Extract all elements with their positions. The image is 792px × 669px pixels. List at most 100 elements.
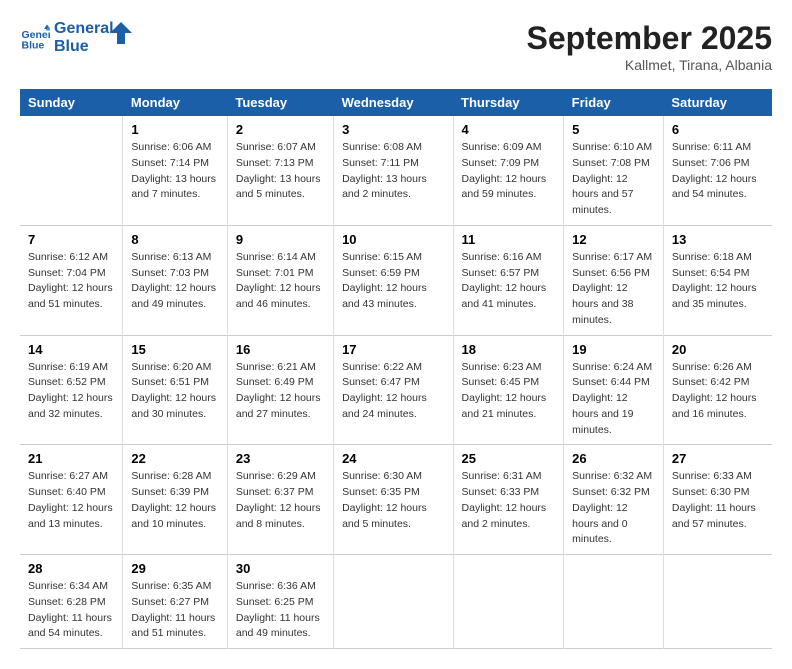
logo-arrow-icon (110, 22, 132, 44)
cell-week3-day2: 16 Sunrise: 6:21 AMSunset: 6:49 PMDaylig… (227, 335, 333, 445)
cell-week4-day4: 25 Sunrise: 6:31 AMSunset: 6:33 PMDaylig… (453, 445, 564, 555)
cell-week1-day4: 4 Sunrise: 6:09 AMSunset: 7:09 PMDayligh… (453, 116, 564, 225)
day-number: 22 (131, 451, 218, 466)
cell-week1-day3: 3 Sunrise: 6:08 AMSunset: 7:11 PMDayligh… (334, 116, 453, 225)
col-wednesday: Wednesday (334, 89, 453, 116)
week-row-1: 1 Sunrise: 6:06 AMSunset: 7:14 PMDayligh… (20, 116, 772, 225)
cell-week1-day6: 6 Sunrise: 6:11 AMSunset: 7:06 PMDayligh… (663, 116, 772, 225)
day-info: Sunrise: 6:14 AMSunset: 7:01 PMDaylight:… (236, 250, 325, 313)
cell-week3-day5: 19 Sunrise: 6:24 AMSunset: 6:44 PMDaylig… (564, 335, 664, 445)
day-info: Sunrise: 6:11 AMSunset: 7:06 PMDaylight:… (672, 140, 764, 203)
day-number: 23 (236, 451, 325, 466)
day-number: 4 (462, 122, 556, 137)
day-number: 19 (572, 342, 655, 357)
logo: General Blue General Blue (20, 20, 132, 55)
day-info: Sunrise: 6:31 AMSunset: 6:33 PMDaylight:… (462, 469, 556, 532)
day-number: 27 (672, 451, 764, 466)
col-monday: Monday (123, 89, 227, 116)
logo-text-blue: Blue (54, 38, 114, 56)
logo-text-general: General (54, 20, 114, 38)
day-number: 2 (236, 122, 325, 137)
cell-week4-day1: 22 Sunrise: 6:28 AMSunset: 6:39 PMDaylig… (123, 445, 227, 555)
week-row-5: 28 Sunrise: 6:34 AMSunset: 6:28 PMDaylig… (20, 555, 772, 649)
location-subtitle: Kallmet, Tirana, Albania (527, 57, 772, 73)
week-row-3: 14 Sunrise: 6:19 AMSunset: 6:52 PMDaylig… (20, 335, 772, 445)
logo-icon: General Blue (20, 23, 50, 53)
day-number: 15 (131, 342, 218, 357)
day-info: Sunrise: 6:27 AMSunset: 6:40 PMDaylight:… (28, 469, 114, 532)
day-info: Sunrise: 6:35 AMSunset: 6:27 PMDaylight:… (131, 579, 218, 642)
col-sunday: Sunday (20, 89, 123, 116)
cell-week5-day5 (564, 555, 664, 649)
day-info: Sunrise: 6:15 AMSunset: 6:59 PMDaylight:… (342, 250, 444, 313)
cell-week3-day4: 18 Sunrise: 6:23 AMSunset: 6:45 PMDaylig… (453, 335, 564, 445)
col-friday: Friday (564, 89, 664, 116)
day-number: 26 (572, 451, 655, 466)
cell-week5-day6 (663, 555, 772, 649)
day-info: Sunrise: 6:13 AMSunset: 7:03 PMDaylight:… (131, 250, 218, 313)
day-info: Sunrise: 6:20 AMSunset: 6:51 PMDaylight:… (131, 360, 218, 423)
day-info: Sunrise: 6:12 AMSunset: 7:04 PMDaylight:… (28, 250, 114, 313)
cell-week4-day3: 24 Sunrise: 6:30 AMSunset: 6:35 PMDaylig… (334, 445, 453, 555)
day-number: 1 (131, 122, 218, 137)
cell-week2-day1: 8 Sunrise: 6:13 AMSunset: 7:03 PMDayligh… (123, 225, 227, 335)
day-info: Sunrise: 6:17 AMSunset: 6:56 PMDaylight:… (572, 250, 655, 329)
day-number: 29 (131, 561, 218, 576)
day-number: 13 (672, 232, 764, 247)
day-number: 12 (572, 232, 655, 247)
day-number: 25 (462, 451, 556, 466)
cell-week1-day0 (20, 116, 123, 225)
cell-week4-day2: 23 Sunrise: 6:29 AMSunset: 6:37 PMDaylig… (227, 445, 333, 555)
cell-week3-day0: 14 Sunrise: 6:19 AMSunset: 6:52 PMDaylig… (20, 335, 123, 445)
day-number: 8 (131, 232, 218, 247)
day-number: 6 (672, 122, 764, 137)
cell-week2-day4: 11 Sunrise: 6:16 AMSunset: 6:57 PMDaylig… (453, 225, 564, 335)
cell-week2-day0: 7 Sunrise: 6:12 AMSunset: 7:04 PMDayligh… (20, 225, 123, 335)
calendar-header-row: Sunday Monday Tuesday Wednesday Thursday… (20, 89, 772, 116)
day-info: Sunrise: 6:08 AMSunset: 7:11 PMDaylight:… (342, 140, 444, 203)
cell-week2-day6: 13 Sunrise: 6:18 AMSunset: 6:54 PMDaylig… (663, 225, 772, 335)
day-info: Sunrise: 6:28 AMSunset: 6:39 PMDaylight:… (131, 469, 218, 532)
col-saturday: Saturday (663, 89, 772, 116)
cell-week4-day0: 21 Sunrise: 6:27 AMSunset: 6:40 PMDaylig… (20, 445, 123, 555)
cell-week3-day3: 17 Sunrise: 6:22 AMSunset: 6:47 PMDaylig… (334, 335, 453, 445)
day-info: Sunrise: 6:34 AMSunset: 6:28 PMDaylight:… (28, 579, 114, 642)
day-number: 11 (462, 232, 556, 247)
week-row-4: 21 Sunrise: 6:27 AMSunset: 6:40 PMDaylig… (20, 445, 772, 555)
cell-week5-day3 (334, 555, 453, 649)
day-number: 21 (28, 451, 114, 466)
day-number: 24 (342, 451, 444, 466)
day-number: 10 (342, 232, 444, 247)
day-number: 7 (28, 232, 114, 247)
cell-week1-day2: 2 Sunrise: 6:07 AMSunset: 7:13 PMDayligh… (227, 116, 333, 225)
cell-week3-day6: 20 Sunrise: 6:26 AMSunset: 6:42 PMDaylig… (663, 335, 772, 445)
day-info: Sunrise: 6:23 AMSunset: 6:45 PMDaylight:… (462, 360, 556, 423)
day-info: Sunrise: 6:29 AMSunset: 6:37 PMDaylight:… (236, 469, 325, 532)
day-info: Sunrise: 6:32 AMSunset: 6:32 PMDaylight:… (572, 469, 655, 548)
cell-week1-day1: 1 Sunrise: 6:06 AMSunset: 7:14 PMDayligh… (123, 116, 227, 225)
svg-text:Blue: Blue (22, 39, 45, 51)
day-number: 17 (342, 342, 444, 357)
day-number: 28 (28, 561, 114, 576)
day-info: Sunrise: 6:36 AMSunset: 6:25 PMDaylight:… (236, 579, 325, 642)
day-info: Sunrise: 6:09 AMSunset: 7:09 PMDaylight:… (462, 140, 556, 203)
cell-week1-day5: 5 Sunrise: 6:10 AMSunset: 7:08 PMDayligh… (564, 116, 664, 225)
month-title: September 2025 (527, 20, 772, 57)
cell-week2-day5: 12 Sunrise: 6:17 AMSunset: 6:56 PMDaylig… (564, 225, 664, 335)
day-number: 16 (236, 342, 325, 357)
page-header: General Blue General Blue September 2025… (20, 20, 772, 73)
col-thursday: Thursday (453, 89, 564, 116)
day-number: 20 (672, 342, 764, 357)
calendar-table: Sunday Monday Tuesday Wednesday Thursday… (20, 89, 772, 649)
day-info: Sunrise: 6:16 AMSunset: 6:57 PMDaylight:… (462, 250, 556, 313)
day-number: 14 (28, 342, 114, 357)
cell-week4-day6: 27 Sunrise: 6:33 AMSunset: 6:30 PMDaylig… (663, 445, 772, 555)
title-block: September 2025 Kallmet, Tirana, Albania (527, 20, 772, 73)
cell-week4-day5: 26 Sunrise: 6:32 AMSunset: 6:32 PMDaylig… (564, 445, 664, 555)
day-info: Sunrise: 6:18 AMSunset: 6:54 PMDaylight:… (672, 250, 764, 313)
day-info: Sunrise: 6:19 AMSunset: 6:52 PMDaylight:… (28, 360, 114, 423)
day-info: Sunrise: 6:22 AMSunset: 6:47 PMDaylight:… (342, 360, 444, 423)
cell-week2-day3: 10 Sunrise: 6:15 AMSunset: 6:59 PMDaylig… (334, 225, 453, 335)
day-info: Sunrise: 6:06 AMSunset: 7:14 PMDaylight:… (131, 140, 218, 203)
day-number: 5 (572, 122, 655, 137)
